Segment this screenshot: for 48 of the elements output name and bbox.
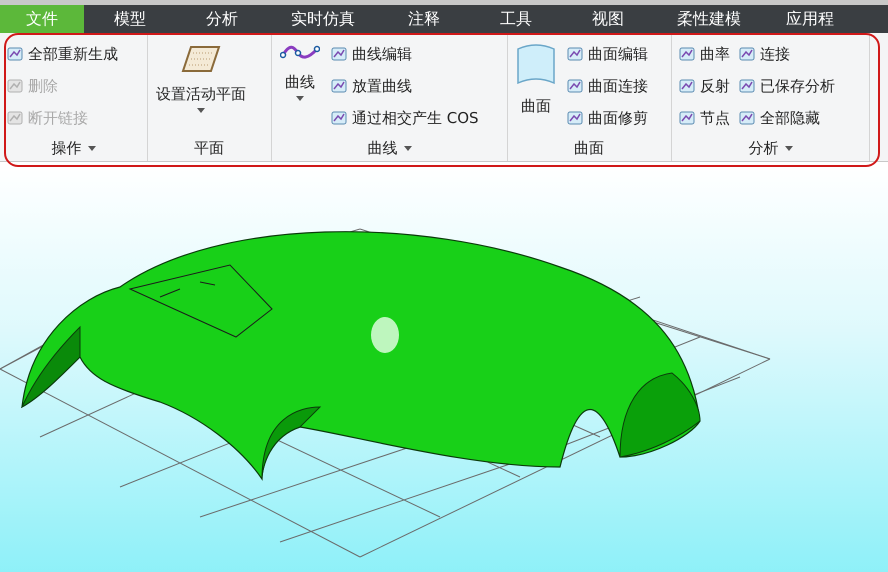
tool-icon: [566, 45, 584, 63]
caret-icon: [197, 108, 205, 113]
ribbon-tab[interactable]: 实时仿真: [268, 5, 378, 33]
ribbon-tool-button[interactable]: 全部隐藏: [736, 103, 837, 133]
tool-icon: [330, 45, 348, 63]
ribbon-tool-button[interactable]: 曲面修剪: [564, 103, 650, 133]
group-label: 曲面: [574, 138, 604, 158]
ribbon-large-button[interactable]: 设置活动平面: [152, 39, 250, 135]
ribbon-tool-button[interactable]: 连接: [736, 39, 837, 69]
ribbon-tool-button[interactable]: 全部重新生成: [4, 39, 120, 69]
group-label: 曲线: [368, 138, 398, 158]
ribbon-tool-button[interactable]: 已保存分析: [736, 71, 837, 101]
ribbon-tool-button[interactable]: 曲线编辑: [328, 39, 481, 69]
group-label: 平面: [194, 138, 224, 158]
ribbon-tool-button[interactable]: 曲面编辑: [564, 39, 650, 69]
tool-icon: [566, 109, 584, 127]
caret-icon: [296, 96, 304, 101]
tool-icon: [678, 77, 696, 95]
tool-icon: [738, 77, 756, 95]
ribbon-large-button[interactable]: 曲线: [276, 39, 324, 135]
tool-icon: [330, 77, 348, 95]
ribbon-tool-button[interactable]: 放置曲线: [328, 71, 481, 101]
tool-icon: [6, 77, 24, 95]
ribbon-tab[interactable]: 分析: [176, 5, 268, 33]
ribbon-tab[interactable]: 应用程: [764, 5, 856, 33]
ribbon-tool-button[interactable]: 曲率: [676, 39, 732, 69]
ribbon-tool-button[interactable]: 曲面连接: [564, 71, 650, 101]
surface-icon: [516, 43, 556, 87]
group-label: 操作: [52, 138, 82, 158]
ribbon-large-button[interactable]: 曲面: [512, 39, 560, 135]
ribbon-tool-button[interactable]: 节点: [676, 103, 732, 133]
tool-icon: [566, 77, 584, 95]
ribbon-tab[interactable]: 柔性建模: [654, 5, 764, 33]
ribbon-tab[interactable]: 工具: [470, 5, 562, 33]
ribbon-tool-button[interactable]: 反射: [676, 71, 732, 101]
group-label: 分析: [748, 138, 778, 158]
tool-icon: [738, 109, 756, 127]
tool-icon: [6, 109, 24, 127]
tool-icon: [6, 45, 24, 63]
ribbon-tab[interactable]: 视图: [562, 5, 654, 33]
tool-icon: [678, 45, 696, 63]
tool-icon: [738, 45, 756, 63]
ribbon-tab[interactable]: 注释: [378, 5, 470, 33]
tool-icon: [330, 109, 348, 127]
ribbon-tab[interactable]: 模型: [84, 5, 176, 33]
tool-icon: [678, 109, 696, 127]
plane-icon: [181, 43, 221, 75]
ribbon-tool-button[interactable]: 通过相交产生 COS: [328, 103, 481, 133]
